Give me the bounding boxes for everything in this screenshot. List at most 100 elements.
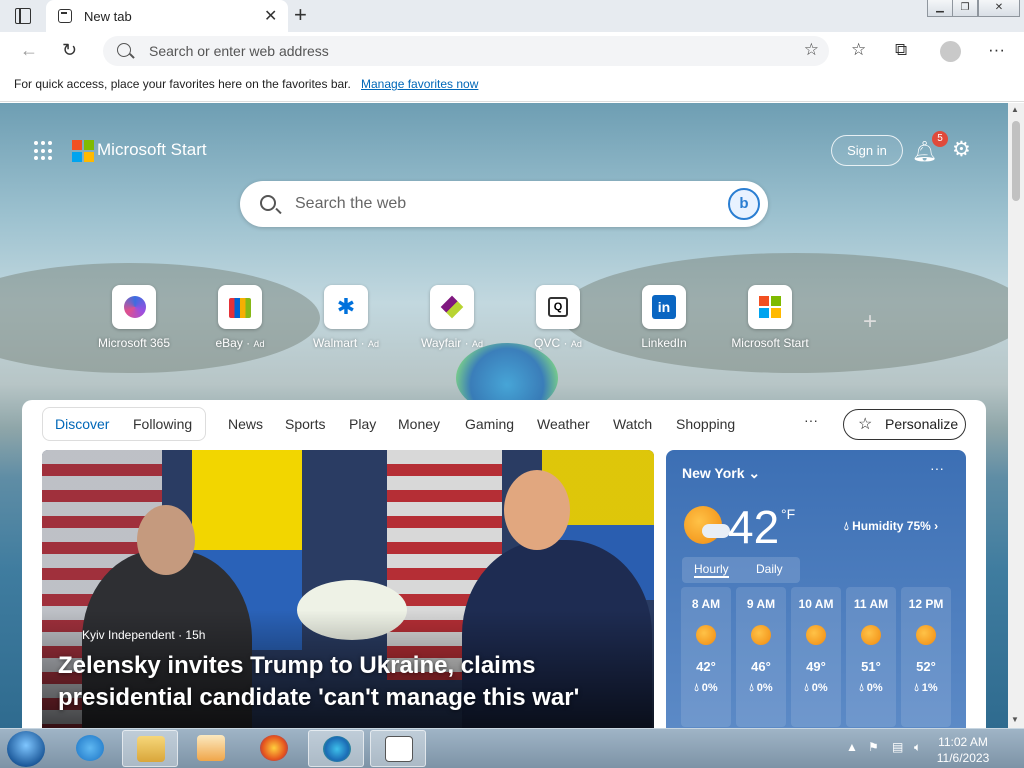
collections-icon[interactable]: ⧉ (895, 40, 907, 60)
quick-link-label: Walmart (313, 336, 358, 350)
taskbar-edge[interactable] (308, 730, 364, 767)
close-window-button[interactable]: ✕ (978, 0, 1020, 17)
tab-money[interactable]: Money (398, 416, 440, 432)
quick-link-label: QVC (534, 336, 561, 350)
app-launcher-icon[interactable] (34, 141, 54, 161)
browser-toolbar: ← ↻ Search or enter web address ☆ ☆ ⧉ ··… (0, 32, 1024, 70)
news-feed: Discover Following News Sports Play Mone… (22, 400, 986, 728)
ad-tag: Ad (253, 339, 265, 349)
minimize-button[interactable]: ▁ (927, 0, 953, 17)
taskbar-notepad[interactable] (370, 730, 426, 767)
tab-watch[interactable]: Watch (613, 416, 652, 432)
tab-discover[interactable]: Discover (55, 416, 109, 432)
sun-icon (806, 625, 826, 645)
web-search-box[interactable]: Search the web b (240, 181, 768, 227)
restore-button[interactable]: ❐ (952, 0, 978, 17)
weather-humidity: 💧︎ Humidity 75% › (844, 519, 939, 533)
page-scrollbar[interactable]: ▲ ▼ (1008, 103, 1024, 728)
quick-link-label: LinkedIn (641, 336, 687, 350)
tab-close-icon[interactable]: ✕ (264, 6, 277, 26)
notification-badge: 5 (932, 131, 948, 147)
quick-link-microsoft-start[interactable]: Microsoft Start (725, 285, 815, 350)
tab-weather[interactable]: Weather (537, 416, 590, 432)
quick-link-qvc[interactable]: Q QVC · Ad (513, 285, 603, 350)
favorites-bar: For quick access, place your favorites h… (0, 70, 1024, 102)
qvc-icon: Q (536, 285, 580, 329)
clock-time: 11:02 AM (938, 735, 988, 749)
network-icon[interactable]: ▤ (892, 740, 903, 754)
tab-play[interactable]: Play (349, 416, 376, 432)
tab-following[interactable]: Following (133, 416, 192, 432)
tab-news[interactable]: News (228, 416, 263, 432)
hourly-forecast-item: 8 AM 42° 💧︎ 0% (681, 587, 731, 727)
search-icon (260, 195, 276, 211)
tab-new-tab[interactable]: New tab ✕ (46, 0, 288, 32)
quick-link-microsoft-365[interactable]: Microsoft 365 (89, 285, 179, 350)
taskbar-file-explorer[interactable] (122, 730, 178, 767)
favorites-icon[interactable]: ☆ (851, 40, 866, 60)
favorites-bar-hint: For quick access, place your favorites h… (14, 77, 351, 91)
profile-avatar[interactable] (940, 41, 961, 62)
article-headline[interactable]: Zelensky invites Trump to Ukraine, claim… (58, 650, 638, 714)
tab-gaming[interactable]: Gaming (465, 416, 514, 432)
gear-icon[interactable]: ⚙ (952, 137, 971, 162)
start-button[interactable] (7, 731, 45, 767)
quick-link-walmart[interactable]: ✱ Walmart · Ad (301, 285, 391, 350)
media-player-icon (197, 735, 225, 761)
article-source: Kyiv Independent · 15h (82, 628, 206, 642)
quick-link-label: Wayfair (421, 336, 462, 350)
scrollbar-thumb[interactable] (1012, 121, 1020, 201)
manage-favorites-link[interactable]: Manage favorites now (361, 77, 478, 91)
weather-card[interactable]: New York ⌄ ··· 42 °F 💧︎ Humidity 75% › H… (666, 450, 966, 728)
hero-article[interactable]: Kyiv Independent · 15h Zelensky invites … (42, 450, 654, 728)
sun-icon (861, 625, 881, 645)
weather-temperature: 42 (728, 501, 780, 553)
internet-explorer-icon (76, 735, 104, 761)
quick-link-wayfair[interactable]: Wayfair · Ad (407, 285, 497, 350)
web-search-placeholder: Search the web (295, 195, 407, 212)
bing-chat-icon[interactable]: b (728, 188, 760, 220)
weather-more-icon[interactable]: ··· (930, 460, 944, 476)
tab-actions-icon[interactable] (15, 8, 31, 24)
quick-link-label: Microsoft 365 (97, 336, 171, 350)
back-button[interactable]: ← (20, 40, 38, 61)
clock-date: 11/6/2023 (936, 751, 990, 765)
sign-in-button[interactable]: Sign in (831, 135, 903, 166)
tab-sports[interactable]: Sports (285, 416, 325, 432)
weather-city[interactable]: New York ⌄ (682, 465, 760, 482)
microsoft-logo-icon (748, 285, 792, 329)
tab-hourly[interactable]: Hourly (694, 562, 729, 578)
wayfair-icon (430, 285, 474, 329)
more-tabs-button[interactable]: ··· (804, 412, 818, 428)
taskbar-internet-explorer[interactable] (62, 730, 118, 767)
show-hidden-icons[interactable]: ▲ (846, 740, 858, 754)
hourly-forecast-item: 12 PM 52° 💧︎ 1% (901, 587, 951, 727)
quick-link-ebay[interactable]: eBay · Ad (195, 285, 285, 350)
tab-title: New tab (84, 9, 132, 24)
new-tab-favicon-icon (58, 9, 72, 23)
action-center-icon[interactable]: ⚑ (868, 740, 879, 754)
personalize-button[interactable]: ☆ Personalize (843, 409, 966, 440)
weather-view-tabs: Hourly Daily (682, 557, 800, 583)
notepad-icon (385, 736, 413, 762)
tab-daily[interactable]: Daily (756, 562, 783, 576)
brand-title: Microsoft Start (97, 140, 207, 159)
tab-shopping[interactable]: Shopping (676, 416, 735, 432)
hourly-forecast-item: 11 AM 51° 💧︎ 0% (846, 587, 896, 727)
sun-icon (751, 625, 771, 645)
add-site-icon[interactable]: + (863, 308, 877, 336)
quick-link-label: Microsoft Start (731, 336, 809, 350)
new-tab-button[interactable]: + (294, 4, 307, 26)
taskbar-firefox[interactable] (246, 730, 302, 767)
quick-link-linkedin[interactable]: in LinkedIn (619, 285, 709, 350)
refresh-button[interactable]: ↻ (62, 40, 77, 61)
settings-more-icon[interactable]: ··· (988, 40, 1005, 60)
personalize-label: Personalize (885, 416, 959, 432)
volume-icon[interactable]: 🔈︎ (914, 740, 921, 755)
address-bar[interactable]: Search or enter web address ☆ (103, 36, 829, 66)
microsoft-365-icon (112, 285, 156, 329)
add-favorite-icon[interactable]: ☆ (804, 40, 819, 60)
system-clock[interactable]: 11:02 AM 11/6/2023 (932, 734, 994, 766)
taskbar-media-player[interactable] (183, 730, 239, 767)
ad-tag: Ad (570, 339, 582, 349)
